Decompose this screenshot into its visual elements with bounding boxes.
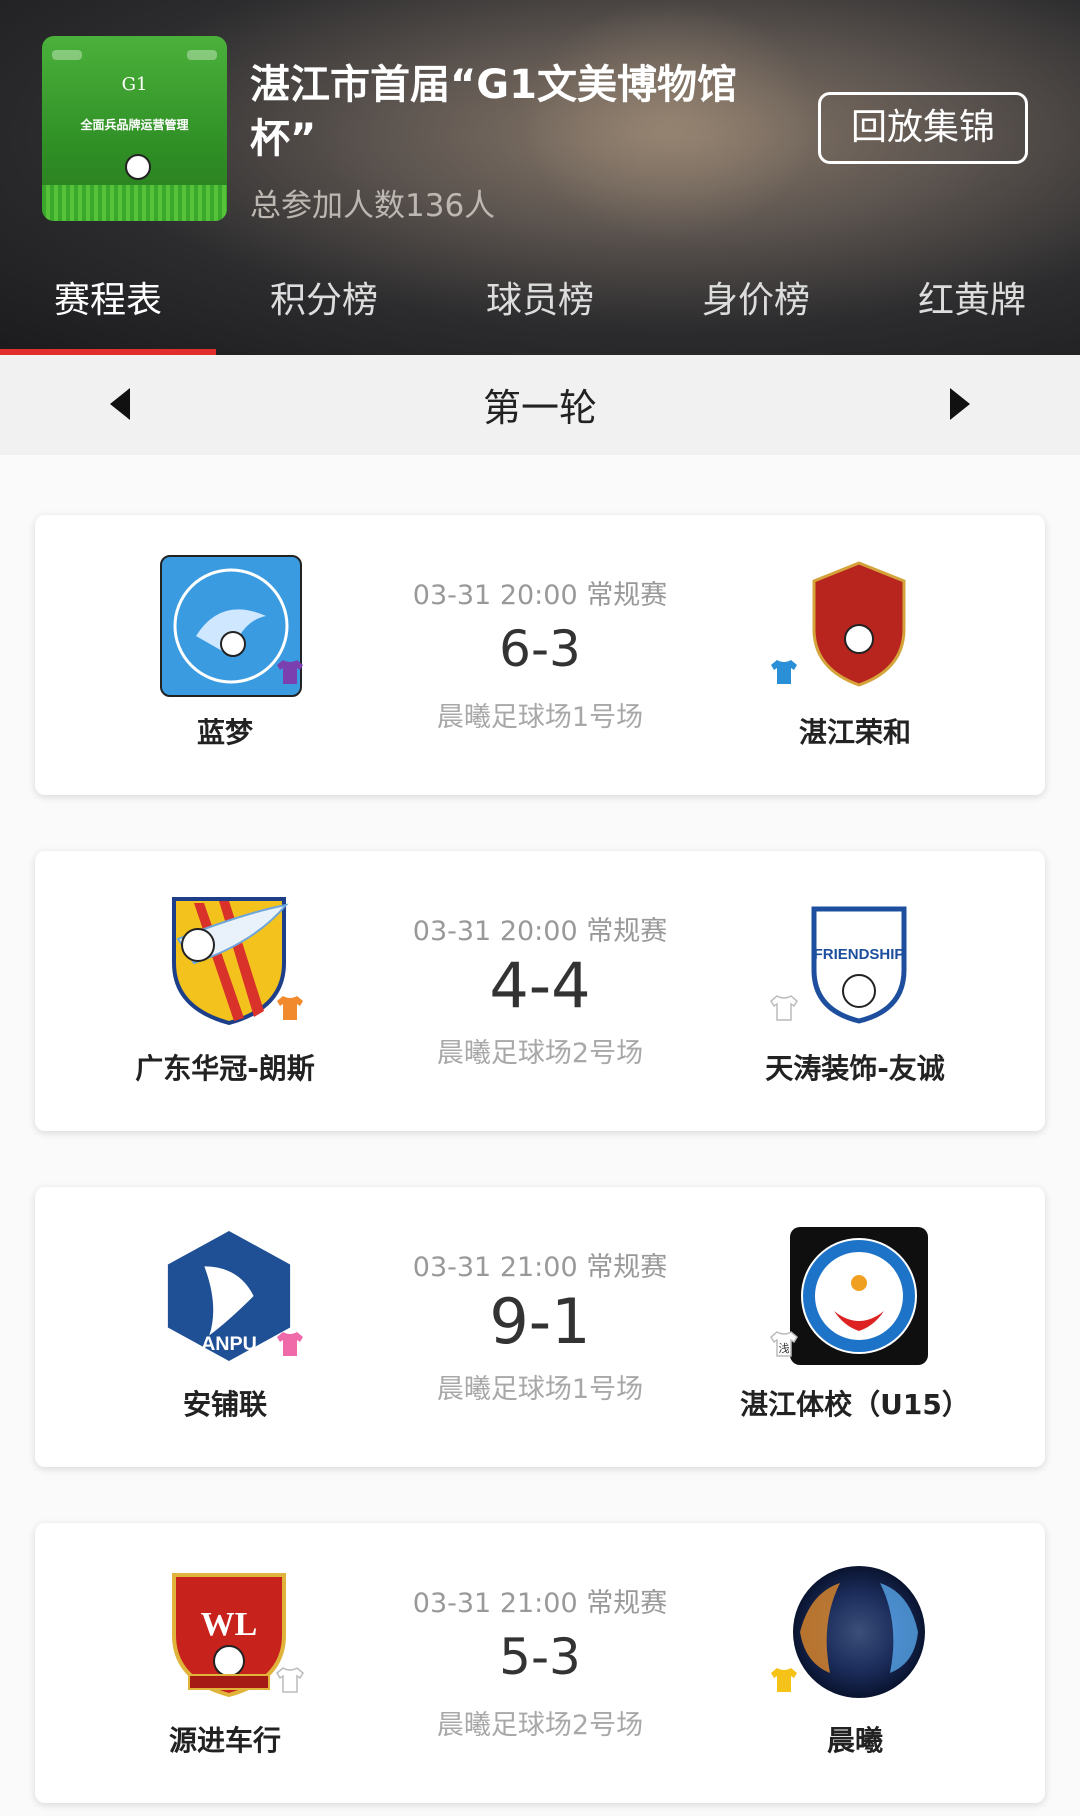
logo-slogan: 全面兵品牌运营管理 <box>80 118 189 132</box>
jersey-icon <box>277 1332 303 1356</box>
grass-graphic <box>42 185 227 221</box>
away-team[interactable]: 浅 湛江体校（U15） <box>705 1227 1005 1457</box>
home-team[interactable]: 广东华冠-朗斯 <box>75 891 375 1121</box>
away-team-name: 晨曦 <box>826 1724 883 1757</box>
jersey-icon <box>277 660 303 684</box>
match-card[interactable]: 广东华冠-朗斯 03-31 20:00 常规赛 4-4 晨曦足球场2号场 FRI… <box>35 851 1045 1131</box>
replay-highlights-button[interactable]: 回放集锦 <box>818 92 1028 164</box>
tab-schedule[interactable]: 赛程表 <box>0 262 216 355</box>
match-card[interactable]: 蓝梦 03-31 20:00 常规赛 6-3 晨曦足球场1号场 湛江荣和 <box>35 515 1045 795</box>
match-time: 03-31 21:00 常规赛 <box>412 1588 668 1619</box>
jersey-icon <box>276 1667 304 1693</box>
tab-players[interactable]: 球员榜 <box>432 262 648 355</box>
round-selector: 第一轮 <box>0 355 1080 455</box>
match-card[interactable]: ANPU 安铺联 03-31 21:00 常规赛 9-1 晨曦足球场1号场 浅 … <box>35 1187 1045 1467</box>
tab-standings[interactable]: 积分榜 <box>216 262 432 355</box>
match-card[interactable]: WL 源进车行 03-31 21:00 常规赛 5-3 晨曦足球场2号场 晨曦 <box>35 1523 1045 1803</box>
match-venue: 晨曦足球场2号场 <box>436 1038 644 1069</box>
tournament-logo: G1 全面兵品牌运营管理 <box>42 36 227 221</box>
team-crest-icon: FRIENDSHIP <box>790 891 928 1029</box>
svg-text:WL: WL <box>201 1606 258 1643</box>
round-label: 第一轮 <box>482 386 597 430</box>
away-team[interactable]: 湛江荣和 <box>705 555 1005 785</box>
home-team[interactable]: ANPU 安铺联 <box>75 1227 375 1457</box>
match-venue: 晨曦足球场1号场 <box>436 702 644 733</box>
away-team-name: 天涛装饰-友诚 <box>765 1052 945 1085</box>
home-team[interactable]: 蓝梦 <box>75 555 375 785</box>
team-crest-icon <box>790 555 928 693</box>
svg-text:FRIENDSHIP: FRIENDSHIP <box>814 946 905 963</box>
tab-cards[interactable]: 红黄牌 <box>864 262 1080 355</box>
match-time: 03-31 20:00 常规赛 <box>412 580 668 611</box>
sports-school-crest-icon <box>801 1238 917 1354</box>
home-team-name: 源进车行 <box>168 1724 281 1757</box>
home-team-name: 安铺联 <box>182 1388 267 1421</box>
match-venue: 晨曦足球场1号场 <box>436 1374 644 1405</box>
tab-bar: 赛程表 积分榜 球员榜 身价榜 红黄牌 <box>0 262 1080 355</box>
round-crest-icon <box>793 1566 925 1698</box>
next-round-icon[interactable] <box>950 388 970 420</box>
match-score: 6-3 <box>499 620 581 678</box>
away-team-name: 湛江体校（U15） <box>740 1388 970 1421</box>
team-crest-icon <box>790 1227 928 1365</box>
floodlight-icon <box>187 50 217 60</box>
team-crest-icon <box>790 1563 928 1701</box>
svg-text:ANPU: ANPU <box>201 1333 257 1355</box>
participant-count: 总参加人数136人 <box>250 188 496 224</box>
tournament-header: G1 全面兵品牌运营管理 湛江市首届“G1文美博物馆杯” 总参加人数136人 回… <box>0 0 1080 355</box>
jersey-icon <box>771 660 797 684</box>
match-time: 03-31 20:00 常规赛 <box>412 916 668 947</box>
svg-text:浅: 浅 <box>779 1342 790 1355</box>
tournament-title: 湛江市首届“G1文美博物馆杯” <box>250 62 737 162</box>
jersey-icon <box>770 995 798 1021</box>
football-icon <box>125 154 151 180</box>
floodlight-icon <box>52 50 82 60</box>
shield-crest-icon: FRIENDSHIP <box>811 906 907 1024</box>
home-team-name: 广东华冠-朗斯 <box>135 1052 315 1085</box>
match-list: 蓝梦 03-31 20:00 常规赛 6-3 晨曦足球场1号场 湛江荣和 广东华… <box>0 455 1080 1816</box>
jersey-icon: 浅 <box>770 1331 798 1357</box>
match-time: 03-31 21:00 常规赛 <box>412 1252 668 1283</box>
jersey-icon <box>771 1668 797 1692</box>
tab-values[interactable]: 身价榜 <box>648 262 864 355</box>
match-score: 5-3 <box>499 1628 581 1686</box>
logo-text: G1 <box>121 74 148 95</box>
match-score: 9-1 <box>489 1285 591 1358</box>
match-score: 4-4 <box>489 949 591 1022</box>
home-team-name: 蓝梦 <box>196 716 253 749</box>
match-venue: 晨曦足球场2号场 <box>436 1710 644 1741</box>
dolphin-crest-icon <box>173 568 289 684</box>
jersey-icon <box>277 996 303 1020</box>
away-team-name: 湛江荣和 <box>798 716 911 749</box>
away-team[interactable]: 晨曦 <box>705 1563 1005 1793</box>
home-team[interactable]: WL 源进车行 <box>75 1563 375 1793</box>
away-team[interactable]: FRIENDSHIP 天涛装饰-友诚 <box>705 891 1005 1121</box>
shield-crest-icon <box>812 561 906 687</box>
